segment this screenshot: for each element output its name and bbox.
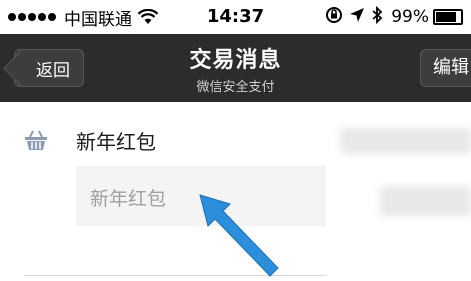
nav-bar: 返回 交易消息 微信安全支付 编辑 xyxy=(0,34,471,102)
page-title: 交易消息 xyxy=(189,48,282,73)
status-bar: 中国联通 14:37 99% xyxy=(0,0,471,34)
basket-icon xyxy=(24,129,48,151)
edit-button[interactable]: 编辑 xyxy=(420,49,471,87)
redacted-area xyxy=(380,186,471,216)
battery-icon xyxy=(433,9,463,25)
message-content: 新年红包 新年红包 xyxy=(0,102,471,281)
page-subtitle: 微信安全支付 xyxy=(196,80,275,95)
redacted-area xyxy=(340,128,471,154)
battery-percent: 99% xyxy=(391,7,429,27)
message-detail: 新年红包 xyxy=(90,188,167,210)
screen: 中国联通 14:37 99% 返回 交易消息 微信安全支付 编辑 新年红包 新年… xyxy=(0,0,471,281)
status-right: 99% xyxy=(319,5,463,28)
arrow-pointer-icon xyxy=(199,194,279,277)
location-arrow-icon xyxy=(349,7,365,27)
rotation-lock-icon xyxy=(325,6,343,28)
bluetooth-icon xyxy=(371,5,383,28)
message-title: 新年红包 xyxy=(76,130,156,154)
